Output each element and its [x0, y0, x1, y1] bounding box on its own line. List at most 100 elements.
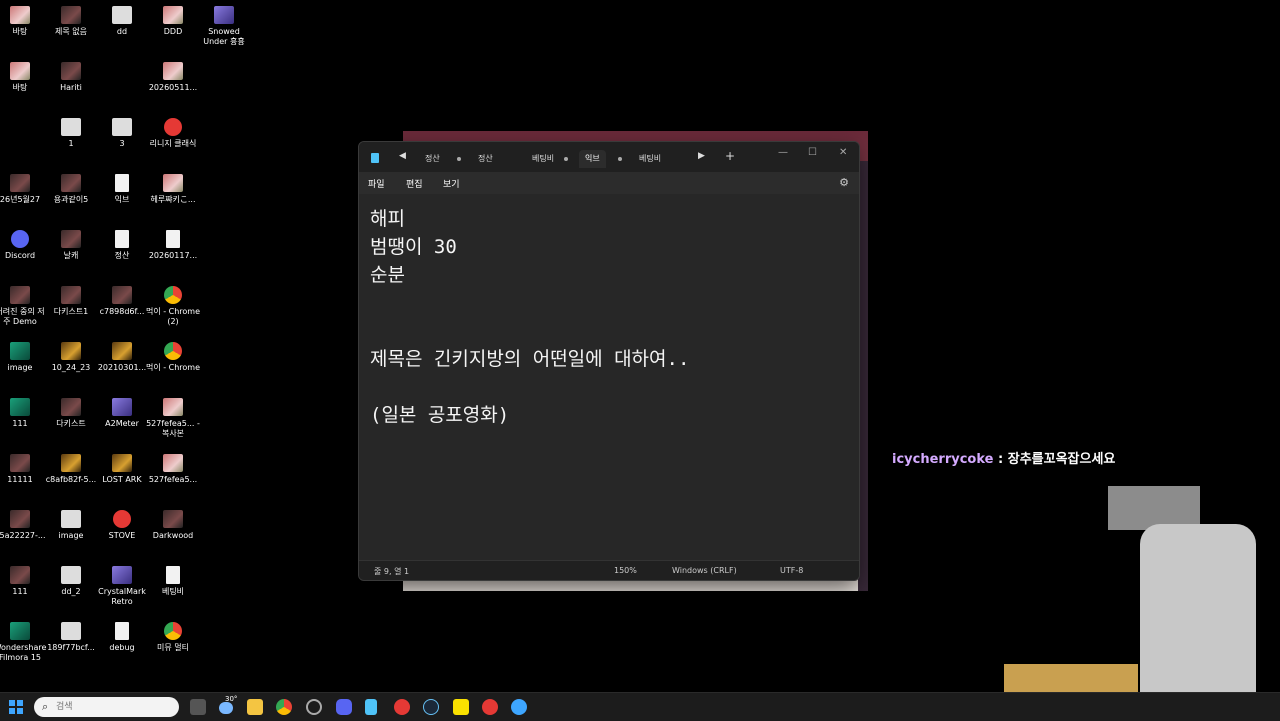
- desktop-icon[interactable]: 제목 없음: [43, 6, 99, 37]
- desktop-icon[interactable]: 05a22227-...: [0, 510, 48, 541]
- desktop-icon[interactable]: 527fefea5...: [145, 454, 201, 485]
- close-icon[interactable]: ✕: [839, 147, 847, 158]
- desktop-icon[interactable]: 527fefea5... - 복사본: [145, 398, 201, 439]
- desktop-icon[interactable]: 111: [0, 566, 48, 597]
- tab-scroll-left-icon[interactable]: ◀: [399, 151, 406, 161]
- desktop-icon[interactable]: CrystalMark Retro: [94, 566, 150, 607]
- menu-view[interactable]: 보기: [443, 177, 460, 190]
- tab-jeongsan-1[interactable]: 정산: [419, 150, 446, 168]
- desktop-icon[interactable]: 20260117...: [145, 230, 201, 261]
- desktop-icon[interactable]: Snowed Under 흉흉: [196, 6, 252, 47]
- desktop-icon[interactable]: 1: [43, 118, 99, 149]
- tab-jeongsan-2[interactable]: 정산: [472, 150, 499, 168]
- desktop-icon[interactable]: dd_2: [43, 566, 99, 597]
- tab-betting-1[interactable]: 베팅비: [526, 150, 560, 168]
- desktop-icon[interactable]: DDD: [145, 6, 201, 37]
- encoding[interactable]: UTF-8: [780, 566, 803, 575]
- weather-icon[interactable]: [219, 702, 233, 714]
- desktop-icon[interactable]: 먹이 - Chrome: [145, 342, 201, 373]
- taskbar-search[interactable]: ⌕: [34, 697, 179, 717]
- desktop-icon[interactable]: 20210301...: [94, 342, 150, 373]
- desktop-icon-label: 베팅비: [161, 587, 185, 596]
- steam-icon[interactable]: [423, 699, 439, 715]
- desktop-icon[interactable]: image: [43, 510, 99, 541]
- app-icon: [113, 510, 131, 528]
- desktop-icon[interactable]: 다키스트1: [43, 286, 99, 317]
- desktop-icon[interactable]: A2Meter: [94, 398, 150, 429]
- desktop-icon[interactable]: 먹이 - Chrome (2): [145, 286, 201, 327]
- webcam-overlay: [1004, 486, 1280, 720]
- desktop-icon-label: dd: [116, 27, 128, 36]
- new-tab-icon[interactable]: +: [725, 149, 735, 163]
- document-icon: [115, 230, 129, 248]
- app-icon: [61, 230, 81, 248]
- desktop-icon[interactable]: 날캐: [43, 230, 99, 261]
- desktop-icon[interactable]: 베팅비: [145, 566, 201, 597]
- desktop-icon[interactable]: Hariti: [43, 62, 99, 93]
- meeting-app-icon[interactable]: [511, 699, 527, 715]
- discord-icon[interactable]: [336, 699, 352, 715]
- desktop: 바탕 제목 없음 dd DDD Snowed Under 흉흉 바탕 Hariti 20260…: [0, 0, 1280, 720]
- maximize-icon[interactable]: ☐: [808, 147, 817, 158]
- chrome-icon[interactable]: [276, 699, 292, 715]
- app-icon: [10, 566, 30, 584]
- zoom-level[interactable]: 150%: [614, 566, 637, 575]
- app-icon: [164, 342, 182, 360]
- desktop-icon[interactable]: 189f77bcf...: [43, 622, 99, 653]
- desktop-icon[interactable]: dd: [94, 6, 150, 37]
- search-input[interactable]: [56, 700, 166, 714]
- desktop-icon[interactable]: 용과같이5: [43, 174, 99, 205]
- media-player-icon[interactable]: [394, 699, 410, 715]
- desktop-icon[interactable]: c8afb82f-5...: [43, 454, 99, 485]
- desktop-icon[interactable]: 버려진 중의 저주 Demo: [0, 286, 48, 327]
- desktop-icon[interactable]: 20260511...: [145, 62, 201, 93]
- desktop-icon-label: 익브: [114, 195, 130, 204]
- desktop-icon[interactable]: debug: [94, 622, 150, 653]
- notepad-window[interactable]: ◀ 정산 정산 베팅비 익브 베팅비 ▶ + — ☐ ✕ 파일 편집 보기 ⚙ …: [358, 141, 860, 581]
- desktop-icon[interactable]: 다키스트: [43, 398, 99, 429]
- desktop-icon[interactable]: 익브: [94, 174, 150, 205]
- desktop-icon[interactable]: c7898d6f...: [94, 286, 150, 317]
- desktop-icon[interactable]: 바탕: [0, 62, 48, 93]
- cursor-position: 줄 9, 열 1: [374, 567, 410, 576]
- desktop-icon[interactable]: Wondershare Filmora 15: [0, 622, 48, 663]
- file-explorer-icon[interactable]: [247, 699, 263, 715]
- desktop-icon[interactable]: 미뮤 멀티: [145, 622, 201, 653]
- tab-unsaved-dot-icon: [564, 157, 568, 161]
- desktop-icon[interactable]: STOVE: [94, 510, 150, 541]
- stove-icon[interactable]: [482, 699, 498, 715]
- tab-ikbeu[interactable]: 익브: [579, 150, 606, 168]
- app-icon: [61, 286, 81, 304]
- desktop-icon[interactable]: LOST ARK: [94, 454, 150, 485]
- desktop-icon[interactable]: 바탕: [0, 6, 48, 37]
- desktop-icon[interactable]: 리니지 클래식: [145, 118, 201, 149]
- desktop-icon[interactable]: 3: [94, 118, 150, 149]
- clock-app-icon[interactable]: [306, 699, 322, 715]
- notepad-titlebar[interactable]: ◀ 정산 정산 베팅비 익브 베팅비 ▶ + — ☐ ✕: [359, 142, 859, 172]
- desktop-icon[interactable]: Darkwood: [145, 510, 201, 541]
- desktop-icon-label: image: [58, 531, 84, 540]
- settings-gear-icon[interactable]: ⚙: [839, 176, 849, 189]
- kakaotalk-icon[interactable]: [453, 699, 469, 715]
- desktop-icon[interactable]: 111: [0, 398, 48, 429]
- minimize-icon[interactable]: —: [778, 147, 788, 158]
- tab-betting-2[interactable]: 베팅비: [633, 150, 667, 168]
- desktop-icon[interactable]: image: [0, 342, 48, 373]
- desktop-icon[interactable]: 10_24_23: [43, 342, 99, 373]
- windows-start-icon[interactable]: [9, 700, 23, 714]
- desktop-icon[interactable]: 헤루쨔키こ...: [145, 174, 201, 205]
- tab-scroll-right-icon[interactable]: ▶: [698, 151, 705, 161]
- menu-file[interactable]: 파일: [368, 177, 385, 190]
- desktop-icon[interactable]: 정산: [94, 230, 150, 261]
- task-view-icon[interactable]: [190, 699, 206, 715]
- desktop-icon[interactable]: Discord: [0, 230, 48, 261]
- notepad-icon[interactable]: [365, 699, 377, 715]
- app-icon: [61, 566, 81, 584]
- desktop-icon-label: STOVE: [108, 531, 136, 540]
- desktop-icon[interactable]: 11111: [0, 454, 48, 485]
- menu-edit[interactable]: 편집: [406, 177, 423, 190]
- desktop-icon[interactable]: 26년5월27: [0, 174, 48, 205]
- text-line: (일본 공포영화): [370, 404, 510, 426]
- notepad-text-area[interactable]: 해피 범땡이 30 순분 제목은 긴키지방의 어떤일에 대하여.. (일본 공포…: [359, 194, 859, 560]
- line-ending[interactable]: Windows (CRLF): [672, 566, 737, 575]
